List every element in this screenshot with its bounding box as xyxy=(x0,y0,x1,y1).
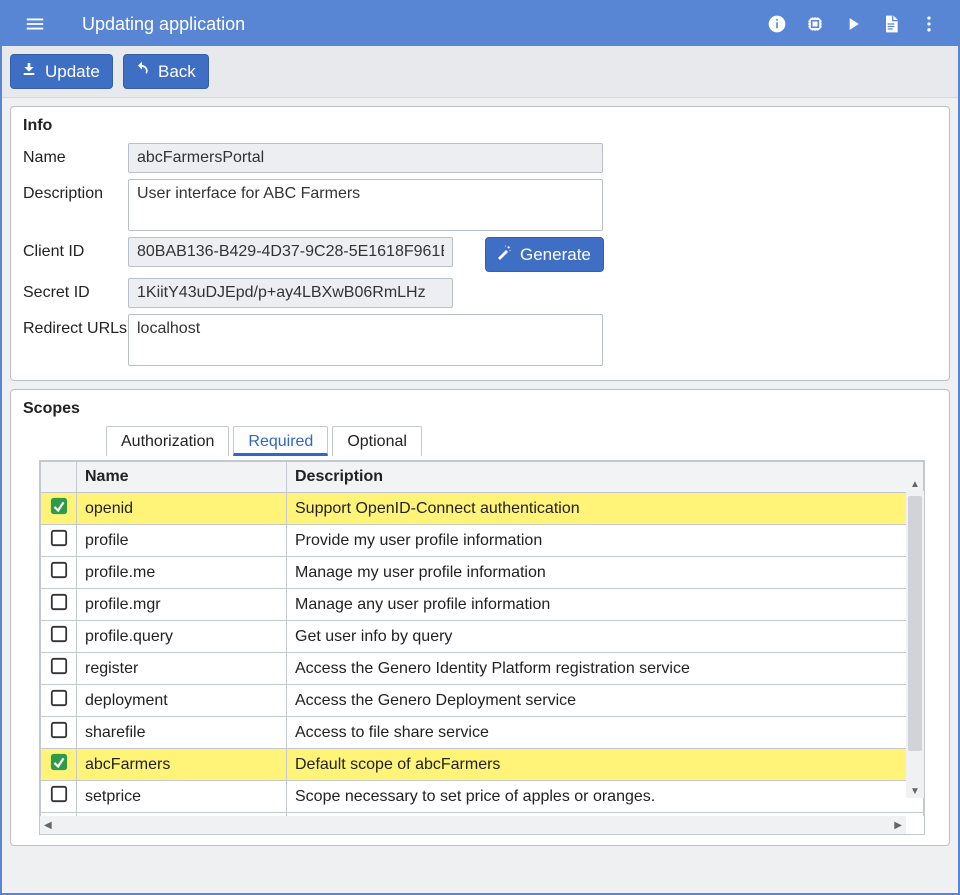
chip-icon[interactable] xyxy=(796,4,834,44)
tab-authorization[interactable]: Authorization xyxy=(106,426,229,456)
table-row[interactable]: profile.meManage my user profile informa… xyxy=(41,557,924,589)
row-description: Manage my user profile information xyxy=(287,557,924,589)
table-row[interactable]: sharefileAccess to file share service xyxy=(41,717,924,749)
secretid-label: Secret ID xyxy=(23,278,128,302)
update-button-label: Update xyxy=(45,62,100,82)
row-description: Get user info by query xyxy=(287,621,924,653)
horizontal-scroll-track[interactable] xyxy=(58,818,889,832)
table-row[interactable]: profile.mgrManage any user profile infor… xyxy=(41,589,924,621)
clientid-label: Client ID xyxy=(23,237,128,261)
scopes-panel: Scopes Authorization Required Optional N… xyxy=(10,389,950,846)
row-name: profile.mgr xyxy=(77,589,287,621)
col-header-name[interactable]: Name xyxy=(77,462,287,493)
row-name: profile xyxy=(77,525,287,557)
row-description: Default scope of abcFarmers xyxy=(287,749,924,781)
table-row[interactable]: registerAccess the Genero Identity Platf… xyxy=(41,653,924,685)
scroll-up-icon[interactable]: ▲ xyxy=(906,477,924,491)
row-name: update.apples xyxy=(77,813,287,817)
row-description: Provide my user profile information xyxy=(287,525,924,557)
document-icon[interactable] xyxy=(872,4,910,44)
row-description: Scope necessary to update quantity of ap… xyxy=(287,813,924,817)
row-name: profile.query xyxy=(77,621,287,653)
page-title: Updating application xyxy=(82,14,758,35)
vertical-scroll-thumb[interactable] xyxy=(908,496,922,751)
table-row[interactable]: openidSupport OpenID-Connect authenticat… xyxy=(41,493,924,525)
name-field[interactable] xyxy=(128,143,603,173)
row-description: Manage any user profile information xyxy=(287,589,924,621)
table-row[interactable]: profileProvide my user profile informati… xyxy=(41,525,924,557)
update-button[interactable]: Update xyxy=(10,54,113,89)
table-row[interactable]: abcFarmersDefault scope of abcFarmers xyxy=(41,749,924,781)
vertical-scrollbar[interactable]: ▲ ▼ xyxy=(906,491,924,798)
row-description: Support OpenID-Connect authentication xyxy=(287,493,924,525)
row-checkbox[interactable] xyxy=(50,753,68,771)
scopes-tabs: Authorization Required Optional xyxy=(106,426,949,456)
scroll-down-icon[interactable]: ▼ xyxy=(906,784,924,798)
scopes-panel-title: Scopes xyxy=(11,400,949,418)
row-description: Access the Genero Identity Platform regi… xyxy=(287,653,924,685)
row-checkbox[interactable] xyxy=(50,689,68,707)
description-label: Description xyxy=(23,179,128,203)
table-row[interactable]: update.applesScope necessary to update q… xyxy=(41,813,924,817)
tab-optional[interactable]: Optional xyxy=(332,426,422,456)
menu-icon[interactable] xyxy=(16,4,54,44)
row-checkbox[interactable] xyxy=(50,657,68,675)
generate-button[interactable]: Generate xyxy=(485,237,604,272)
update-icon xyxy=(21,61,37,82)
info-panel-title: Info xyxy=(23,117,937,135)
col-header-check[interactable] xyxy=(41,462,77,493)
row-name: profile.me xyxy=(77,557,287,589)
redirect-field[interactable] xyxy=(128,314,603,366)
row-description: Scope necessary to set price of apples o… xyxy=(287,781,924,813)
back-button[interactable]: Back xyxy=(123,54,209,89)
content-area: Info Name Description Client ID Generate xyxy=(2,98,958,893)
row-checkbox[interactable] xyxy=(50,625,68,643)
run-icon[interactable] xyxy=(834,4,872,44)
secretid-field[interactable] xyxy=(128,278,453,308)
row-checkbox[interactable] xyxy=(50,593,68,611)
row-checkbox[interactable] xyxy=(50,561,68,579)
undo-icon xyxy=(134,61,150,82)
scroll-right-icon[interactable]: ▶ xyxy=(894,820,902,831)
row-checkbox[interactable] xyxy=(50,721,68,739)
scopes-table: Name Description openidSupport OpenID-Co… xyxy=(40,461,924,816)
row-name: openid xyxy=(77,493,287,525)
row-name: sharefile xyxy=(77,717,287,749)
generate-button-label: Generate xyxy=(520,245,591,265)
back-button-label: Back xyxy=(158,62,196,82)
col-header-description[interactable]: Description xyxy=(287,462,924,493)
wand-icon xyxy=(496,244,512,265)
table-row[interactable]: profile.queryGet user info by query xyxy=(41,621,924,653)
redirect-label: Redirect URLs xyxy=(23,314,128,338)
info-panel: Info Name Description Client ID Generate xyxy=(10,106,950,381)
tab-required[interactable]: Required xyxy=(233,426,328,456)
info-icon[interactable] xyxy=(758,4,796,44)
table-row[interactable]: setpriceScope necessary to set price of … xyxy=(41,781,924,813)
row-name: abcFarmers xyxy=(77,749,287,781)
row-description: Access the Genero Deployment service xyxy=(287,685,924,717)
clientid-field[interactable] xyxy=(128,237,453,267)
row-description: Access to file share service xyxy=(287,717,924,749)
row-name: register xyxy=(77,653,287,685)
scroll-left-icon[interactable]: ◀ xyxy=(44,820,52,831)
more-icon[interactable] xyxy=(910,4,948,44)
row-checkbox[interactable] xyxy=(50,497,68,515)
row-name: setprice xyxy=(77,781,287,813)
table-row[interactable]: deploymentAccess the Genero Deployment s… xyxy=(41,685,924,717)
scopes-table-wrap: Name Description openidSupport OpenID-Co… xyxy=(39,460,925,835)
description-field[interactable] xyxy=(128,179,603,231)
horizontal-scrollbar[interactable]: ◀ ▶ xyxy=(40,816,906,834)
row-checkbox[interactable] xyxy=(50,785,68,803)
app-bar: Updating application xyxy=(2,2,958,46)
row-name: deployment xyxy=(77,685,287,717)
action-toolbar: Update Back xyxy=(2,46,958,98)
row-checkbox[interactable] xyxy=(50,529,68,547)
name-label: Name xyxy=(23,143,128,167)
